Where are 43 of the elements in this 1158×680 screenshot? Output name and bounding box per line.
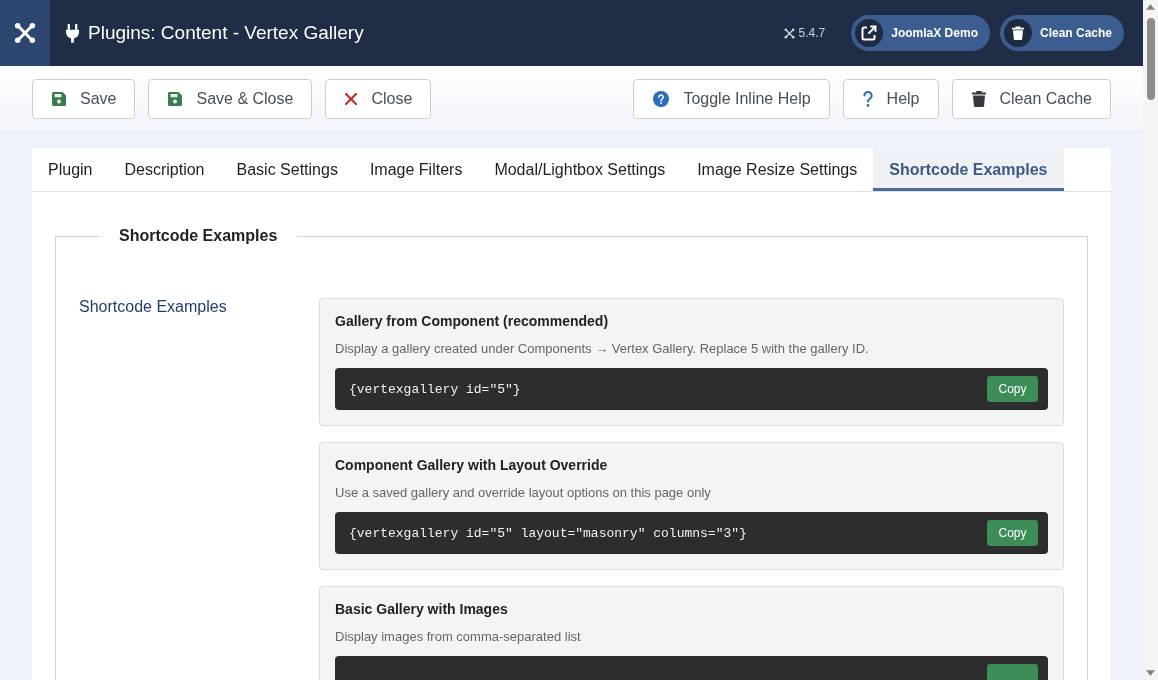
toolbar-button[interactable]: Close [325, 79, 432, 119]
example-title: Component Gallery with Layout Override [335, 457, 609, 473]
toolbar-button[interactable]: Clean Cache [951, 79, 1111, 119]
logo-icon [783, 27, 795, 39]
tab[interactable]: Modal/Lightbox Settings [478, 148, 682, 191]
toolbar-button[interactable]: Help [842, 79, 939, 119]
example-title: Basic Gallery with Images [335, 601, 509, 617]
plug-icon [66, 23, 79, 43]
shortcode-text: {vertexgallery id="5" layout="masonry" columns="3"} [349, 525, 747, 541]
toolbar-button[interactable]: Toggle Inline Help [633, 79, 830, 119]
scroll-up-icon[interactable] [1146, 4, 1155, 10]
tab[interactable]: Basic Settings [220, 148, 354, 191]
page-title: Plugins: Content - Vertex Gallery [88, 22, 364, 44]
scroll-down-icon[interactable] [1146, 670, 1155, 676]
scrollbar-thumb[interactable] [1146, 18, 1155, 100]
trash-icon [971, 91, 986, 107]
version-label: 5.4.7 [798, 26, 826, 40]
example-description: Display images from comma-separated list [335, 629, 582, 644]
tab[interactable]: Description [108, 148, 221, 191]
tab[interactable]: Plugin [32, 148, 109, 191]
toolbar-button[interactable]: Save [32, 79, 136, 119]
example-description: Display a gallery created under Components → Vertex Gallery. Replace 5 with the gallery ID. [335, 341, 870, 356]
example-description: Use a saved gallery and override layout options on this page only [335, 485, 712, 500]
external-link-icon [855, 19, 884, 47]
shortcode-text: {vertexgallery id="5"} [349, 381, 521, 397]
header-action-button[interactable]: JoomlaX Demo [851, 15, 990, 51]
copy-button[interactable]: Copy [987, 376, 1038, 402]
logo-icon [14, 22, 36, 44]
help-icon [653, 91, 670, 107]
tab[interactable]: Image Resize Settings [681, 148, 874, 191]
toolbar-button[interactable]: Save & Close [148, 79, 313, 119]
header-action-button[interactable]: Clean Cache [999, 15, 1124, 51]
field-label: Shortcode Examples [79, 298, 228, 316]
fieldset-legend: Shortcode Examples [99, 227, 298, 245]
scrollbar[interactable] [1143, 0, 1158, 680]
tab[interactable]: Shortcode Examples [873, 148, 1064, 191]
example-title: Gallery from Component (recommended) [335, 313, 610, 329]
logo-tile[interactable] [0, 0, 50, 66]
copy-button[interactable]: Copy [987, 520, 1038, 546]
close-icon [345, 93, 358, 105]
tab[interactable]: Image Filters [353, 148, 479, 191]
trash-icon [1003, 19, 1032, 47]
help-icon [862, 91, 873, 107]
